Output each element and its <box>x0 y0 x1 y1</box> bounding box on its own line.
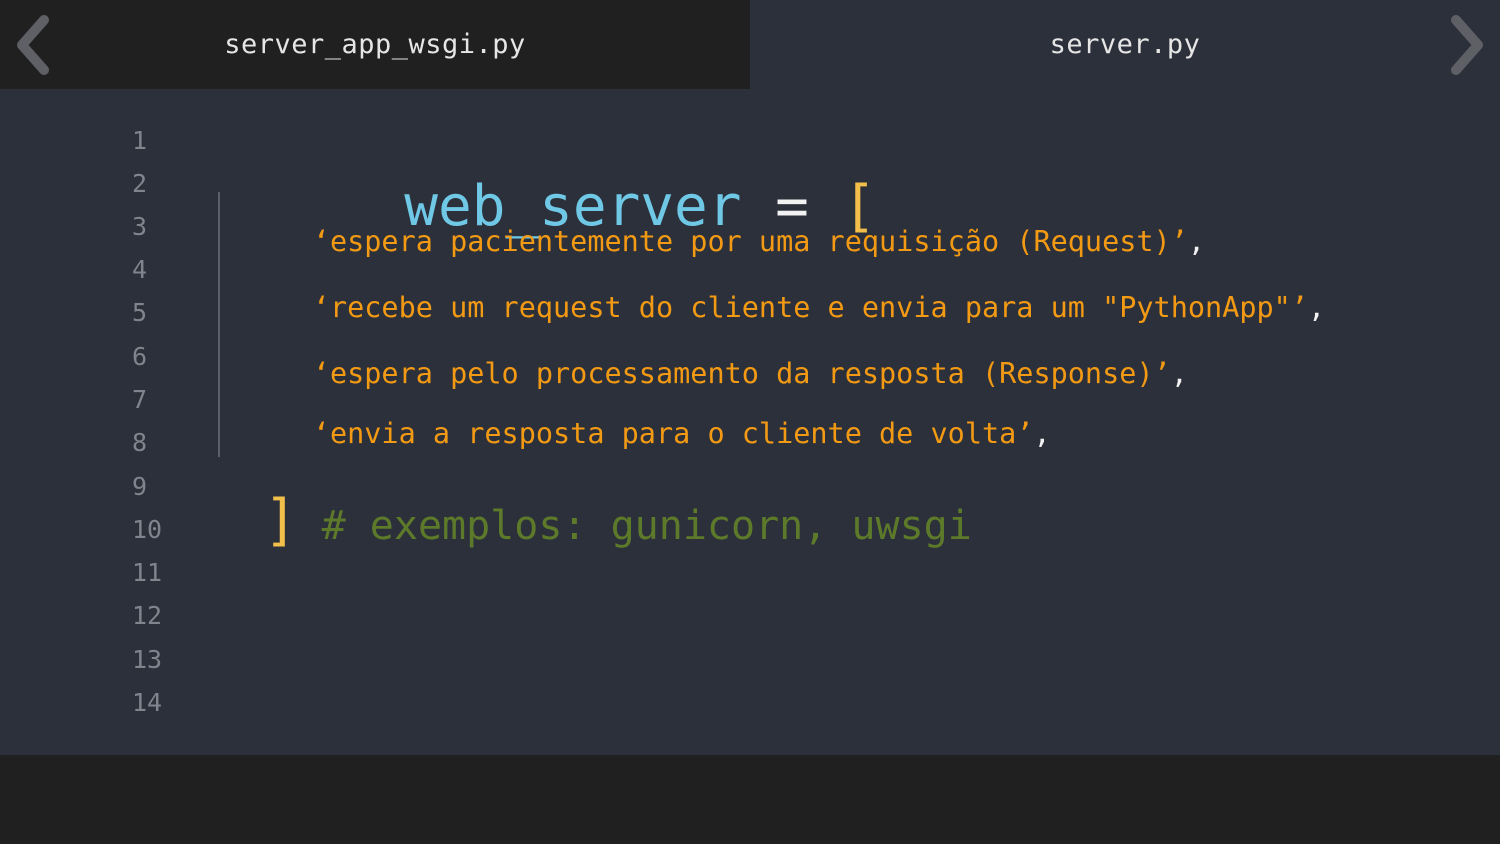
footer-bar <box>0 755 1500 844</box>
close-bracket: ] <box>263 488 298 553</box>
line-number: 6 <box>132 342 148 371</box>
comma: , <box>1187 225 1206 258</box>
chevron-left-icon[interactable] <box>12 14 52 76</box>
tab-label: server.py <box>1049 29 1201 60</box>
line-number: 12 <box>132 601 163 630</box>
tab-server[interactable]: server.py <box>750 0 1500 89</box>
tab-label: server_app_wsgi.py <box>224 29 526 60</box>
string-literal: ‘envia a resposta para o cliente de volt… <box>312 417 1034 450</box>
code-line-close: ] # exemplos: gunicorn, uwsgi <box>206 469 972 572</box>
string-literal: ‘recebe um request do cliente e envia pa… <box>312 291 1308 324</box>
code-editor[interactable]: 1 2 3 4 5 6 7 8 9 10 11 12 13 14 web_ser… <box>0 89 1500 755</box>
line-number: 1 <box>132 126 148 155</box>
tab-bar: server_app_wsgi.py server.py <box>0 0 1500 89</box>
string-literal: ‘espera pacientemente por uma requisição… <box>312 225 1188 258</box>
code-comment: # exemplos: gunicorn, uwsgi <box>321 503 972 549</box>
line-number: 4 <box>132 255 148 284</box>
line-number: 2 <box>132 169 148 198</box>
tab-server-app-wsgi[interactable]: server_app_wsgi.py <box>0 0 750 89</box>
line-number: 7 <box>132 385 148 414</box>
comma: , <box>1170 357 1188 390</box>
line-number: 3 <box>132 212 148 241</box>
code-line-item: ‘espera pacientemente por uma requisição… <box>255 206 1205 277</box>
code-line-item: ‘envia a resposta para o cliente de volt… <box>255 398 1051 469</box>
line-number: 5 <box>132 298 148 327</box>
line-number: 9 <box>132 472 148 501</box>
line-number: 10 <box>132 515 163 544</box>
line-number: 8 <box>132 428 148 457</box>
line-number: 13 <box>132 645 163 674</box>
string-literal: ‘espera pelo processamento da resposta (… <box>312 357 1171 390</box>
code-slide: server_app_wsgi.py server.py 1 2 3 4 5 6… <box>0 0 1500 844</box>
code-line-item: ‘recebe um request do cliente e envia pa… <box>255 272 1325 343</box>
chevron-right-icon[interactable] <box>1448 14 1488 76</box>
line-number: 14 <box>132 688 163 717</box>
comma: , <box>1033 417 1051 450</box>
comma: , <box>1308 291 1326 324</box>
line-number: 11 <box>132 558 163 587</box>
